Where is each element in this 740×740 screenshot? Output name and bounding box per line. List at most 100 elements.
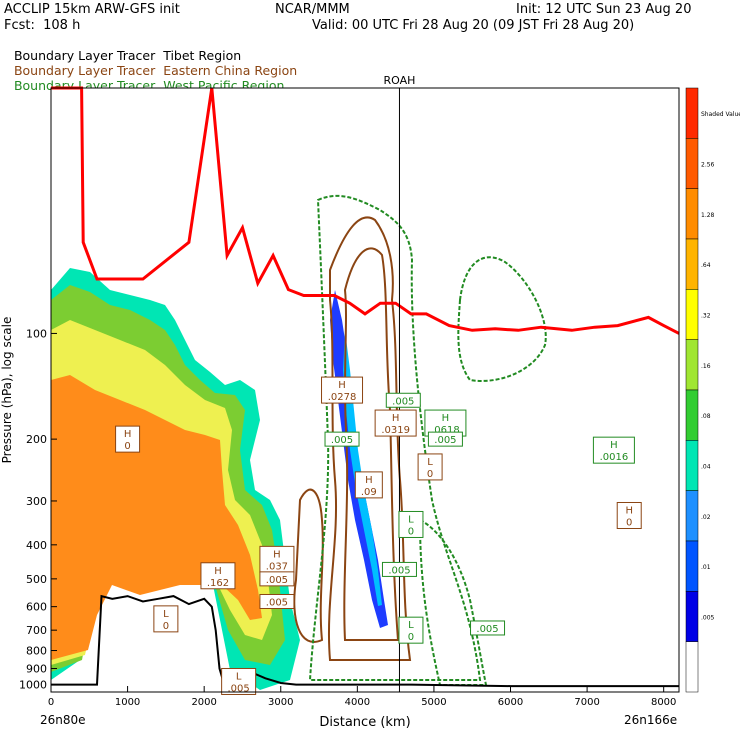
- y-tick-label-9: 1000: [19, 679, 47, 692]
- x-tick-label-6: 6000: [498, 697, 523, 708]
- china-label-0: H.037: [259, 545, 295, 573]
- x-axis-label: Distance (km): [319, 715, 410, 730]
- colorbar-swatch-8: [685, 490, 699, 542]
- tibet-label-value-1: 0: [163, 621, 169, 632]
- right-endpoint: 26n166e: [624, 713, 677, 727]
- pacific-label-value-2: .005: [434, 435, 456, 446]
- china-label-letter-3: H: [338, 380, 346, 391]
- pacific-label-value-5: .005: [388, 565, 410, 576]
- y-tick-label-4: 500: [26, 573, 47, 586]
- colorbar-swatch-5: [685, 339, 699, 391]
- colorbar-swatch-9: [685, 540, 699, 592]
- y-axis-label: Pressure (hPa), log scale: [0, 317, 14, 464]
- china-label-4: H.0319: [374, 409, 417, 437]
- y-tick-label-7: 800: [26, 645, 47, 658]
- colorbar-swatch-6: [685, 389, 699, 441]
- y-tick-label-5: 600: [26, 601, 47, 614]
- pacific-label-2: .005: [427, 431, 463, 447]
- china-label-letter-5: H: [365, 475, 373, 486]
- tibet-label-value-2: .162: [207, 578, 229, 589]
- china-label-letter-0: H: [273, 549, 281, 560]
- pacific-label-value-3: .0016: [600, 452, 629, 463]
- x-tick-label-2: 2000: [191, 697, 216, 708]
- colorbar-label-4: .32: [701, 313, 711, 320]
- china-label-value-4: .0319: [381, 425, 410, 436]
- colorbar-swatch-11: [685, 641, 699, 693]
- y-tick-label-1: 200: [26, 433, 47, 446]
- y-tick-label-6: 700: [26, 624, 47, 637]
- tibet-label-3: L.005: [221, 667, 257, 695]
- colorbar-label-9: .01: [701, 564, 711, 571]
- pacific-label-value-0: .005: [392, 396, 414, 407]
- pacific-label-letter-6: L: [408, 620, 414, 631]
- china-label-2: .005: [259, 593, 295, 609]
- left-endpoint: 26n80e: [40, 713, 86, 727]
- tibet-label-letter-1: L: [163, 609, 169, 620]
- china-label-letter-4: H: [392, 413, 400, 424]
- colorbar-swatch-7: [685, 440, 699, 491]
- x-tick-label-3: 3000: [268, 697, 293, 708]
- colorbar-label-2: 1.28: [701, 212, 715, 219]
- china-label-value-1: .005: [266, 575, 288, 586]
- station-label: ROAH: [384, 74, 416, 87]
- x-tick-label-5: 5000: [421, 697, 446, 708]
- tibet-label-value-3: .005: [228, 683, 250, 694]
- china-label-value-0: .037: [266, 561, 288, 572]
- colorbar-swatch-0: [685, 87, 699, 139]
- y-tick-label-2: 300: [26, 495, 47, 508]
- x-tick-label-7: 7000: [574, 697, 599, 708]
- china-label-value-6: 0: [427, 469, 433, 480]
- china-label-3: H.0278: [321, 376, 364, 404]
- y-tick-label-0: 100: [26, 327, 47, 340]
- china-label-value-5: .09: [361, 487, 377, 498]
- china-label-letter-6: L: [427, 457, 433, 468]
- pacific-label-3: H.0016: [592, 436, 635, 464]
- cross-section-chart: ROAH 0 1000 2000 3000 4000 5000 6000 7000 8000 1…: [0, 74, 740, 730]
- colorbar-label-10: .005: [701, 615, 715, 622]
- tibet-label-0: H0: [115, 425, 141, 453]
- pacific-label-letter-4: L: [408, 514, 414, 525]
- x-tick-label-1: 1000: [115, 697, 140, 708]
- y-tick-label-8: 900: [26, 662, 47, 675]
- pacific-label-value-7: .005: [476, 624, 498, 635]
- colorbar-label-5: .16: [701, 363, 711, 370]
- colorbar-swatch-10: [685, 591, 699, 642]
- china-label-1: .005: [259, 571, 295, 587]
- china-label-letter-7: H: [625, 505, 633, 516]
- tibet-label-1: L0: [153, 605, 179, 633]
- x-tick-label-4: 4000: [345, 697, 370, 708]
- pacific-label-0: .005: [385, 392, 421, 408]
- pacific-label-7: .005: [470, 620, 506, 636]
- pacific-label-5: .005: [381, 561, 417, 577]
- pacific-label-value-6: 0: [408, 632, 414, 643]
- china-label-value-3: .0278: [328, 392, 357, 403]
- colorbar-swatch-1: [685, 138, 699, 189]
- x-tick-label-8: 8000: [651, 697, 676, 708]
- pacific-label-value-8: .005: [331, 435, 353, 446]
- colorbar-label-7: .04: [701, 464, 711, 471]
- tibet-label-letter-3: L: [236, 671, 242, 682]
- china-label-value-2: .005: [266, 597, 288, 608]
- pacific-label-8: .005: [324, 431, 360, 447]
- pacific-label-value-4: 0: [408, 526, 414, 537]
- colorbar-label-3: .64: [701, 262, 711, 269]
- colorbar-swatch-2: [685, 188, 699, 240]
- colorbar-label-6: .08: [701, 413, 711, 420]
- china-label-value-7: 0: [626, 517, 632, 528]
- tibet-label-letter-2: H: [214, 566, 222, 577]
- colorbar-label-0: Shaded Value: [701, 111, 740, 118]
- colorbar: Shaded Value 2.56 1.28 .64 .32 .16 .08 .04 .02 .0…: [685, 87, 740, 693]
- tibet-label-value-0: 0: [124, 441, 130, 452]
- x-tick-label-0: 0: [48, 697, 54, 708]
- pacific-label-letter-1: H: [442, 413, 450, 424]
- colorbar-swatch-4: [685, 289, 699, 340]
- pacific-label-4: L0: [398, 510, 424, 538]
- pacific-label-letter-3: H: [610, 440, 618, 451]
- china-label-6: L0: [417, 453, 443, 481]
- china-label-7: H0: [616, 501, 642, 529]
- china-label-5: H.09: [354, 471, 383, 499]
- pacific-label-6: L0: [398, 616, 424, 644]
- y-tick-label-3: 400: [26, 539, 47, 552]
- colorbar-label-1: 2.56: [701, 162, 715, 169]
- colorbar-label-8: .02: [701, 514, 711, 521]
